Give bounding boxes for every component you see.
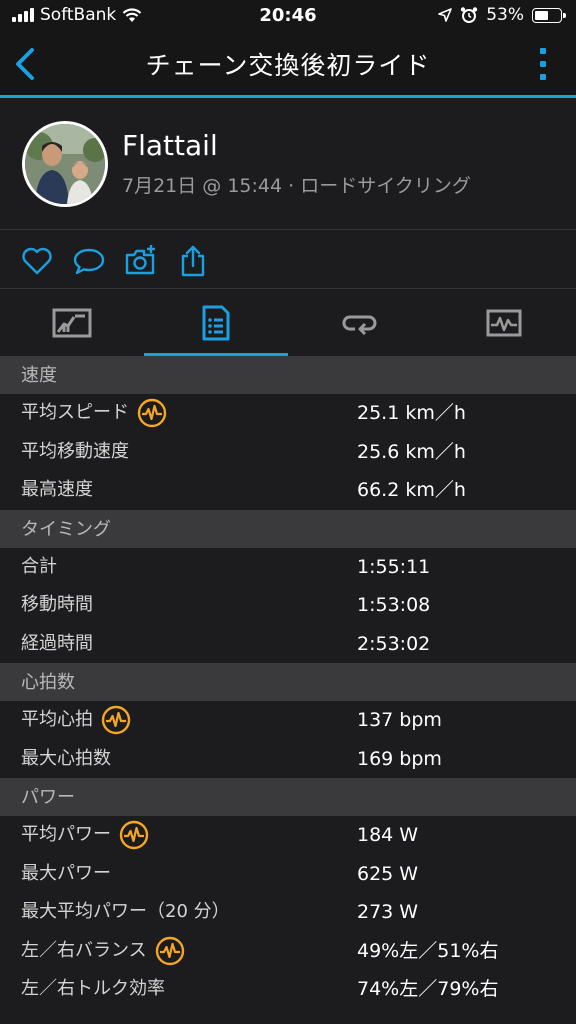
stat-label: 左／右バランス [21, 932, 185, 970]
alarm-icon [461, 7, 478, 23]
nav-bar: チェーン交換後初ライド [0, 32, 576, 98]
avatar[interactable] [22, 121, 108, 207]
map-overview-icon [52, 308, 92, 338]
stat-label: 平均スピード [21, 394, 167, 432]
stat-row: 最大心拍数 169 bpm [0, 739, 576, 778]
status-bar: SoftBank 20:46 53% [0, 0, 576, 32]
stat-row: 左／右バランス 49%左／51%右 [0, 931, 576, 970]
stat-label-text: 最高速度 [21, 479, 93, 500]
stat-label: 最大パワー [21, 855, 111, 893]
stat-label-text: 合計 [21, 555, 57, 577]
performance-badge-icon[interactable] [119, 820, 149, 850]
stat-value: 1:55:11 [357, 555, 431, 578]
stat-label: 左／右トルク効率 [21, 970, 165, 1008]
stat-label-text: 平均スピード [21, 402, 129, 423]
battery-percent: 53% [486, 5, 524, 25]
section-header: 速度 [0, 356, 576, 394]
stat-row: 移動時間 1:53:08 [0, 586, 576, 625]
stat-row: 経過時間 2:53:02 [0, 624, 576, 663]
stat-row: 平均パワー 184 W [0, 816, 576, 855]
stat-row: 合計 1:55:11 [0, 547, 576, 586]
user-name[interactable]: Flattail [122, 129, 218, 162]
stat-value: 273 W [357, 901, 419, 923]
stat-value: 66.2 km／h [357, 479, 466, 501]
stat-row: 平均スピード 25.1 km／h [0, 394, 576, 433]
stat-value: 74%左／79%右 [357, 978, 499, 1000]
share-icon[interactable] [176, 244, 210, 278]
status-right: 53% [438, 5, 566, 25]
stat-label: 最高速度 [21, 471, 93, 509]
stats-list: 速度平均スピード 25.1 km／h 平均移動速度 25.6 km／h 最高速度 66.2… [0, 356, 576, 1009]
stat-row: 最高速度 66.2 km／h [0, 471, 576, 510]
tab-map-overview[interactable] [0, 290, 144, 356]
tab-stats[interactable] [144, 290, 288, 356]
page-title: チェーン交換後初ライド [145, 51, 431, 80]
stat-row: 平均移動速度 25.6 km／h [0, 432, 576, 471]
stat-label: 平均移動速度 [21, 433, 129, 471]
location-arrow-icon [438, 8, 453, 22]
activity-meta: 7月21日 @ 15:44 · ロードサイクリング [122, 175, 471, 197]
stat-row: 最大平均パワー（20 分） 273 W [0, 893, 576, 932]
chevron-left-icon [16, 48, 34, 80]
comment-icon[interactable] [72, 244, 106, 278]
stat-row: 平均心拍 137 bpm [0, 701, 576, 740]
stat-value: 169 bpm [357, 747, 442, 770]
stat-label-text: 最大平均パワー（20 分） [21, 901, 230, 922]
tab-laps[interactable] [288, 290, 432, 356]
stat-value: 25.6 km／h [357, 440, 466, 463]
avatar-photo [25, 124, 105, 204]
camera-add-icon[interactable] [124, 244, 158, 278]
stat-value: 1:53:08 [357, 594, 431, 616]
stat-label-text: 最大心拍数 [21, 747, 111, 769]
back-button[interactable] [8, 44, 48, 84]
performance-badge-icon[interactable] [101, 705, 131, 735]
view-tabs [0, 290, 576, 356]
section-header: パワー [0, 778, 576, 816]
stat-row: 左／右トルク効率 74%左／79%右 [0, 970, 576, 1009]
activity-profile: Flattail 7月21日 @ 15:44 · ロードサイクリング [0, 101, 576, 229]
stat-label: 平均パワー [21, 816, 149, 854]
stat-label-text: 平均移動速度 [21, 440, 129, 462]
stat-label: 平均心拍 [21, 701, 131, 739]
stat-label-text: 経過時間 [21, 632, 93, 654]
stat-label: 経過時間 [21, 625, 93, 663]
action-bar [0, 229, 576, 289]
stat-value: 625 W [357, 862, 419, 885]
performance-badge-icon[interactable] [155, 936, 185, 966]
more-vertical-icon[interactable] [540, 48, 546, 80]
stat-label: 最大平均パワー（20 分） [21, 893, 230, 931]
stat-value: 25.1 km／h [357, 402, 466, 424]
laps-icon [342, 315, 377, 336]
stat-value: 2:53:02 [357, 632, 431, 655]
charts-icon [486, 309, 522, 337]
stat-label-text: 最大パワー [21, 862, 111, 884]
stats-list-icon [202, 305, 230, 341]
section-header: タイミング [0, 509, 576, 548]
battery-icon [532, 7, 566, 23]
stat-value: 49%左／51%右 [357, 939, 499, 962]
stat-label: 最大心拍数 [21, 740, 111, 778]
battery-fill [535, 10, 548, 20]
stat-row: 最大パワー 625 W [0, 854, 576, 893]
stat-value: 137 bpm [357, 709, 442, 731]
section-header: 心拍数 [0, 663, 576, 701]
stat-label-text: 左／右バランス [21, 939, 147, 961]
stat-label-text: 左／右トルク効率 [21, 978, 165, 999]
stat-label-text: 平均心拍 [21, 709, 93, 730]
stat-label-text: 移動時間 [21, 594, 93, 615]
tab-charts[interactable] [432, 290, 576, 356]
stat-label-text: 平均パワー [21, 824, 111, 845]
stat-value: 184 W [357, 824, 419, 846]
stat-label: 合計 [21, 548, 57, 586]
heart-icon[interactable] [20, 244, 54, 278]
stat-label: 移動時間 [21, 586, 93, 624]
performance-badge-icon[interactable] [137, 398, 167, 428]
